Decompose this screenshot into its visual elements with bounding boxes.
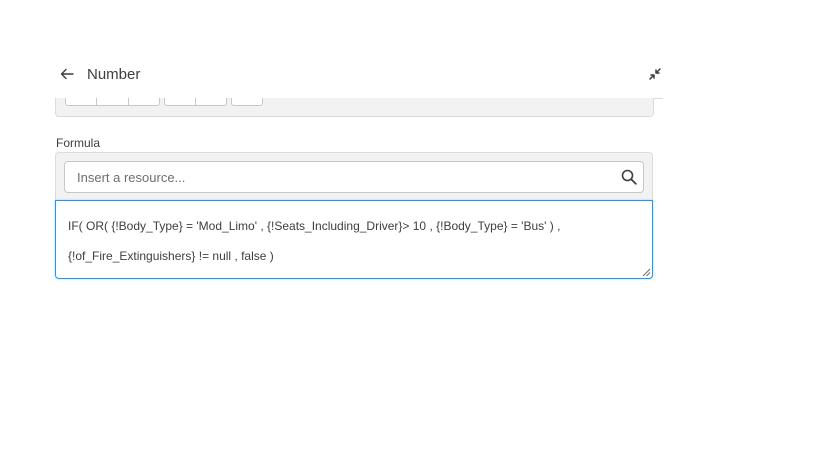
formula-text-line-1: IF( OR( {!Body_Type} = 'Mod_Limo' , {!Se… [68, 219, 561, 233]
formula-toolbar [55, 98, 654, 117]
toolbar-group-comparisons [164, 98, 227, 106]
toolbar-button[interactable] [129, 98, 159, 105]
panel-header: Number [55, 60, 663, 99]
resource-picker: Insert a resource... [55, 152, 653, 201]
search-icon[interactable] [621, 169, 637, 185]
resize-handle-icon[interactable] [642, 268, 651, 277]
formula-textarea[interactable]: IF( OR( {!Body_Type} = 'Mod_Limo' , {!Se… [55, 200, 653, 279]
toolbar-group-operators [65, 98, 160, 106]
resource-placeholder: Insert a resource... [77, 170, 186, 185]
toolbar-button[interactable] [232, 98, 262, 105]
formula-editor-page: Number Formula Insert a resource... IF(… [0, 0, 819, 460]
panel-title: Number [87, 66, 141, 83]
toolbar-button[interactable] [165, 98, 196, 105]
toolbar-button[interactable] [66, 98, 97, 105]
toolbar-button[interactable] [196, 98, 226, 105]
arrow-left-icon[interactable] [59, 66, 75, 82]
resource-search-input[interactable]: Insert a resource... [64, 161, 644, 193]
formula-text-line-2: {!of_Fire_Extinguishers} != null , false… [68, 249, 274, 263]
toolbar-button[interactable] [97, 98, 129, 105]
collapse-arrows-icon[interactable] [649, 68, 661, 80]
toolbar-group-misc [231, 98, 263, 106]
formula-label: Formula [56, 136, 101, 150]
